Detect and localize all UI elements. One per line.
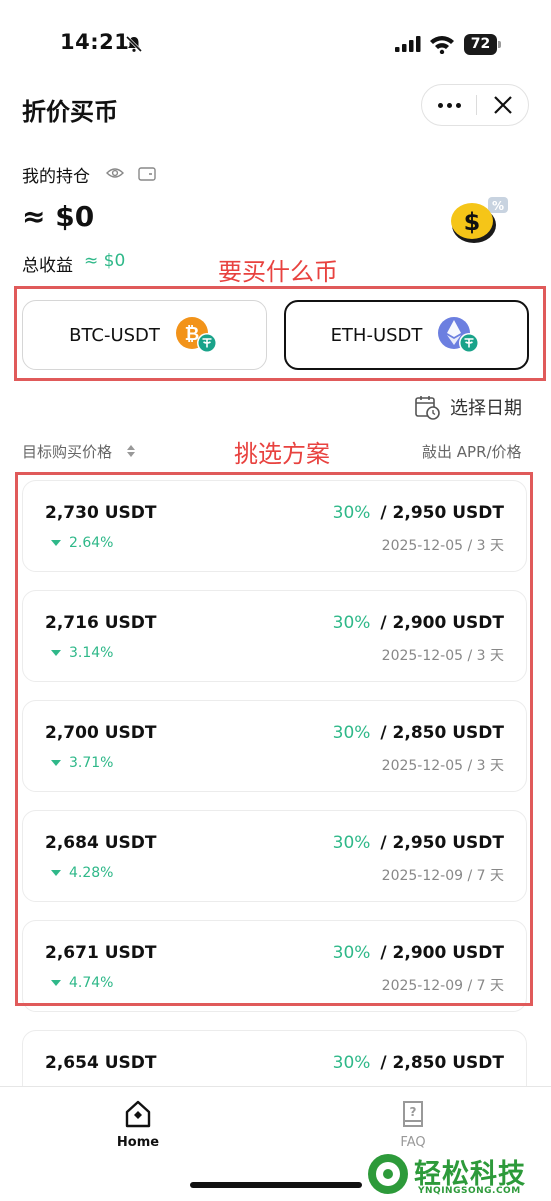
mini-program-capsule <box>421 84 529 126</box>
sort-icon[interactable] <box>126 444 136 458</box>
home-icon <box>125 1100 151 1128</box>
cellular-signal-icon <box>395 36 421 52</box>
date-picker-button[interactable]: 选择日期 <box>414 394 522 420</box>
page-title: 折价买币 <box>22 98 118 126</box>
nav-home[interactable]: Home <box>110 1097 166 1150</box>
sort-target-price[interactable]: 目标购买价格 <box>22 441 112 462</box>
annotation-pick-plan: 挑选方案 <box>234 440 330 468</box>
faq-icon: ? <box>403 1101 423 1127</box>
home-indicator <box>190 1182 362 1188</box>
nav-faq-label: FAQ <box>400 1135 426 1150</box>
pair-btc-usdt-button[interactable]: BTC-USDT ₿ <box>22 300 267 370</box>
svg-text:%: % <box>492 199 504 213</box>
watermark-sub: YNQINGSONG.COM <box>418 1186 521 1196</box>
column-knockout-apr: 敲出 APR/价格 <box>422 443 522 461</box>
earnings-value: ≈ $0 <box>84 251 126 271</box>
bell-muted-icon <box>125 35 143 53</box>
nav-faq[interactable]: ? FAQ <box>385 1097 441 1150</box>
wallet-icon[interactable] <box>138 166 156 182</box>
status-time: 14:21 <box>60 30 130 54</box>
pair-label: ETH-USDT <box>330 324 423 346</box>
close-button[interactable] <box>477 85 529 125</box>
svg-text:?: ? <box>410 1105 417 1119</box>
wifi-icon <box>430 36 454 54</box>
svg-text:$: $ <box>464 208 481 236</box>
watermark: 轻松科技 YNQINGSONG.COM <box>366 1150 551 1200</box>
pair-eth-usdt-button[interactable]: ETH-USDT <box>284 300 529 370</box>
annotation-pick-coin: 要买什么币 <box>218 258 338 286</box>
knockout-apr: 30% <box>332 1053 371 1073</box>
more-button[interactable] <box>422 85 476 125</box>
battery-level: 72 <box>464 34 497 55</box>
battery-icon: 72 <box>464 34 502 55</box>
holdings-value: ≈ $0 <box>22 200 95 233</box>
knockout-price: / 2,850 USDT <box>380 1053 504 1073</box>
holdings-label: 我的持仓 <box>22 167 90 187</box>
annotation-box-plans <box>15 472 533 1006</box>
btc-usdt-icon: ₿ <box>175 317 217 353</box>
eth-usdt-icon <box>438 317 480 353</box>
calendar-clock-icon <box>415 396 440 420</box>
earnings-label: 总收益 <box>22 256 73 276</box>
watermark-logo-icon <box>368 1154 408 1194</box>
close-icon <box>494 96 512 114</box>
target-price: 2,654 USDT <box>45 1053 157 1073</box>
dollar-coin-icon: % $ <box>451 197 508 243</box>
eye-icon[interactable] <box>106 166 124 180</box>
pair-label: BTC-USDT <box>69 324 160 346</box>
nav-home-label: Home <box>116 1135 160 1150</box>
date-picker-label: 选择日期 <box>450 398 522 419</box>
